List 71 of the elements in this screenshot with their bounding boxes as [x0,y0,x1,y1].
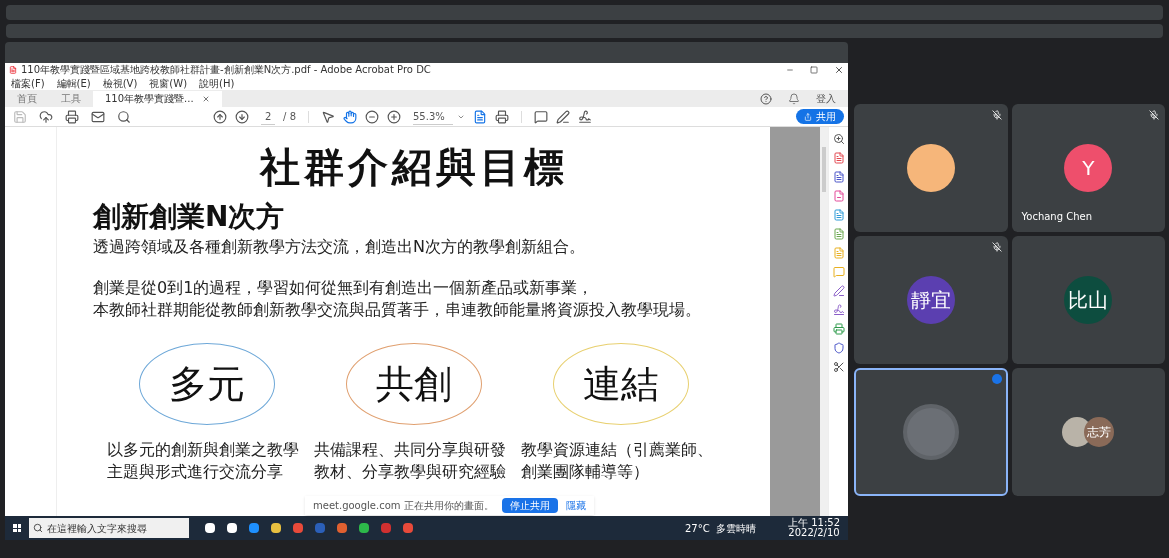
avatar: 比山 [1064,276,1113,324]
search-placeholder: 在這裡輸入文字來搜尋 [47,521,147,536]
print-icon[interactable] [65,109,79,124]
slide-text: 共備課程、共同分享與研發教材、分享教學與研究經驗 [313,439,507,483]
pen-icon[interactable] [556,109,570,124]
menu-item[interactable]: 檔案(F) [11,78,45,89]
slide-text: 以多元的創新與創業之教學主題與形式進行交流分享 [106,439,300,483]
organize-icon[interactable] [832,190,845,202]
page-down-icon[interactable] [235,109,250,124]
avatar: 靜宜 [906,276,955,324]
slide-text: 本教師社群期能從教師創新教學交流與品質著手，串連教師能量將資源投入教學現場。 [93,299,702,321]
window-title: 110年教學實踐暨區域基地跨校教師社群計畫-創新創業N次方.pdf - Adobe Acrobat Pro DC [21,65,431,75]
share-button[interactable]: 共用 [796,109,844,124]
zoom-in-icon[interactable] [387,109,401,124]
stop-sharing-button[interactable]: 停止共用 [501,498,558,513]
slide-heading: 創新創業N次方 [93,203,286,231]
combine-icon[interactable] [832,228,845,240]
menu-item[interactable]: 視窗(W) [149,78,188,89]
signature-icon[interactable] [832,304,845,316]
close-tab-icon[interactable] [201,95,210,103]
comment-icon[interactable] [534,109,548,124]
taskbar-search-field[interactable]: 在這裡輸入文字來搜尋 [29,518,189,538]
bell-icon[interactable] [788,93,800,105]
edit-pdf-icon[interactable] [832,209,845,221]
tab[interactable]: 首頁 [5,91,49,107]
pdf-icon [9,66,17,74]
speaking-indicator-icon [991,374,1002,384]
menu-item[interactable]: 說明(H) [199,78,235,89]
slide-text: 創業是從0到1的過程，學習如何從無到有創造出一個新產品或新事業， [93,277,595,299]
zoom-dropdown[interactable]: 55.3% [413,108,453,125]
avatar: 志芳 [1084,417,1115,447]
share-notice-text: meet.google.com 正在共用你的畫面。 [313,499,494,513]
zoom-out-icon[interactable] [365,109,379,124]
participant-name: Yochang Chen [1021,210,1093,224]
share-icon [804,112,812,121]
help-icon[interactable] [760,93,772,105]
page-number-field[interactable]: 2 [261,108,276,125]
protect-icon[interactable] [832,342,845,354]
slide-title: 社群介紹與目標 [258,147,569,187]
sign-in-link[interactable]: 登入 [816,94,836,104]
slide-text: 透過跨領域及各種創新教學方法交流，創造出N次方的教學創新組合。 [93,236,586,258]
weather-text: 27°C 多雲時晴 [684,521,756,536]
clock-time: 上午 11:52 [788,518,840,528]
search-icon [33,523,43,533]
close-icon[interactable] [834,65,844,75]
mail-icon[interactable] [91,109,105,124]
pointer-icon[interactable] [321,109,335,124]
restore-icon[interactable] [810,66,818,74]
page-fit-icon[interactable] [473,109,487,124]
export-pdf-icon[interactable] [832,152,845,164]
tab[interactable]: 工具 [49,91,93,107]
page-total: / 8 [283,110,296,124]
scrollbar[interactable] [822,147,826,192]
menu-item[interactable]: 編輯(E) [56,78,91,89]
taskbar-app-icon[interactable] [205,523,215,533]
slide-text: 教學資源連結（引薦業師、創業團隊輔導等） [520,439,714,483]
hide-link[interactable]: 隱藏 [565,498,586,513]
create-pdf-icon[interactable] [832,171,845,183]
menu-item[interactable]: 檢視(V) [102,78,138,89]
search-icon[interactable] [117,109,131,124]
avatar: Y [1064,144,1113,192]
print-production-icon[interactable] [832,323,845,335]
taskbar-app-icon[interactable] [227,523,237,533]
page-up-icon[interactable] [213,109,228,124]
windows-start-icon[interactable] [13,524,21,532]
cloud-upload-icon[interactable] [39,109,53,124]
tab[interactable]: 110年教學實踐暨... [93,91,222,107]
clock-date: 2022/2/10 [788,528,840,538]
taskbar-app-icon[interactable] [271,523,281,533]
zoom-icon[interactable] [832,133,845,145]
hand-icon[interactable] [343,109,357,124]
